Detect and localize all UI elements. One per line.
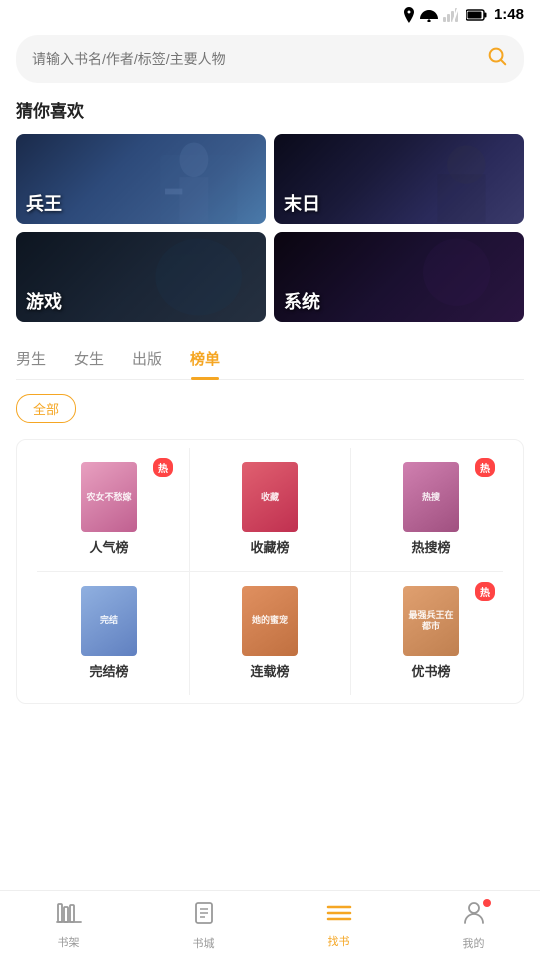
ranking-item-hotsearch[interactable]: 热 热搜 热搜榜 [351, 448, 511, 571]
ranking-row-2: 完结 完结榜 她的蜜宠 连载榜 热 [29, 572, 511, 695]
rank-label-ongoing: 连载榜 [250, 664, 289, 681]
wifi-icon [420, 8, 438, 22]
cover-text-hotsearch: 热搜 [420, 490, 442, 505]
findbook-icon [326, 903, 352, 929]
tab-male[interactable]: 男生 [16, 340, 46, 379]
book-cover-goodbook: 最强兵王在都市 [403, 586, 459, 656]
book-cover-collection: 收藏 [242, 462, 298, 532]
cover-text-complete: 完结 [98, 613, 120, 628]
tab-female[interactable]: 女生 [74, 340, 104, 379]
bookshelf-icon [56, 902, 82, 930]
location-icon [403, 7, 415, 23]
nav-label-bookshelf: 书架 [58, 934, 80, 950]
genre-grid: 兵王 末日 游戏 [16, 134, 524, 322]
cover-text-popularity: 农女不愁嫁 [84, 490, 133, 505]
filter-all[interactable]: 全部 [16, 394, 76, 423]
genre-card-bingwang[interactable]: 兵王 [16, 134, 266, 224]
status-time: 1:48 [494, 6, 524, 23]
status-bar: 1:48 [0, 0, 540, 27]
hot-badge-hotsearch: 热 [475, 458, 495, 477]
book-cover-popularity: 农女不愁嫁 [81, 462, 137, 532]
rank-label-collection: 收藏榜 [250, 540, 289, 557]
nav-label-bookcity: 书城 [193, 935, 215, 951]
cover-text-ongoing: 她的蜜宠 [250, 613, 290, 628]
ranking-item-popularity[interactable]: 热 农女不愁嫁 人气榜 [29, 448, 189, 571]
mine-icon [463, 901, 485, 931]
ranking-item-goodbook[interactable]: 热 最强兵王在都市 优书榜 [351, 572, 511, 695]
search-icon[interactable] [486, 45, 508, 73]
nav-findbook[interactable]: 找书 [310, 895, 368, 957]
search-bar[interactable] [16, 35, 524, 83]
genre-card-xitong[interactable]: 系统 [274, 232, 524, 322]
search-input[interactable] [32, 51, 478, 67]
notification-dot [483, 899, 491, 907]
rank-label-complete: 完结榜 [89, 664, 128, 681]
rank-label-popularity: 人气榜 [89, 540, 128, 557]
ranking-item-collection[interactable]: 收藏 收藏榜 [190, 448, 350, 571]
nav-label-mine: 我的 [463, 935, 485, 951]
tab-publish[interactable]: 出版 [132, 340, 162, 379]
ranking-container: 热 农女不愁嫁 人气榜 收藏 收藏榜 [16, 439, 524, 704]
genre-label-youxi: 游戏 [26, 288, 62, 314]
ranking-item-ongoing[interactable]: 她的蜜宠 连载榜 [190, 572, 350, 695]
book-cover-ongoing: 她的蜜宠 [242, 586, 298, 656]
ranking-row-1: 热 农女不愁嫁 人气榜 收藏 收藏榜 [29, 448, 511, 571]
bookcity-icon [193, 901, 215, 931]
rank-label-goodbook: 优书榜 [411, 664, 450, 681]
book-cover-complete: 完结 [81, 586, 137, 656]
section-title: 猜你喜欢 [16, 97, 524, 122]
cover-text-goodbook: 最强兵王在都市 [403, 608, 459, 634]
cover-text-collection: 收藏 [259, 490, 281, 505]
tab-ranking[interactable]: 榜单 [190, 340, 220, 379]
tabs: 男生 女生 出版 榜单 [16, 340, 524, 380]
rank-label-hotsearch: 热搜榜 [411, 540, 450, 557]
hot-badge-goodbook: 热 [475, 582, 495, 601]
nav-bookshelf[interactable]: 书架 [40, 894, 98, 958]
ranking-item-complete[interactable]: 完结 完结榜 [29, 572, 189, 695]
nav-label-findbook: 找书 [328, 933, 350, 949]
genre-card-youxi[interactable]: 游戏 [16, 232, 266, 322]
signal-icon [443, 8, 461, 22]
hot-badge-popularity: 热 [153, 458, 173, 477]
bottom-nav: 书架 书城 找书 [0, 890, 540, 960]
status-icons [403, 7, 488, 23]
filter-tags: 全部 [16, 394, 524, 423]
nav-mine[interactable]: 我的 [447, 893, 501, 959]
genre-label-xitong: 系统 [284, 288, 320, 314]
genre-card-mori[interactable]: 末日 [274, 134, 524, 224]
nav-bookcity[interactable]: 书城 [177, 893, 231, 959]
genre-label-mori: 末日 [284, 190, 320, 216]
book-cover-hotsearch: 热搜 [403, 462, 459, 532]
battery-icon [466, 9, 488, 21]
genre-label-bingwang: 兵王 [26, 190, 62, 216]
